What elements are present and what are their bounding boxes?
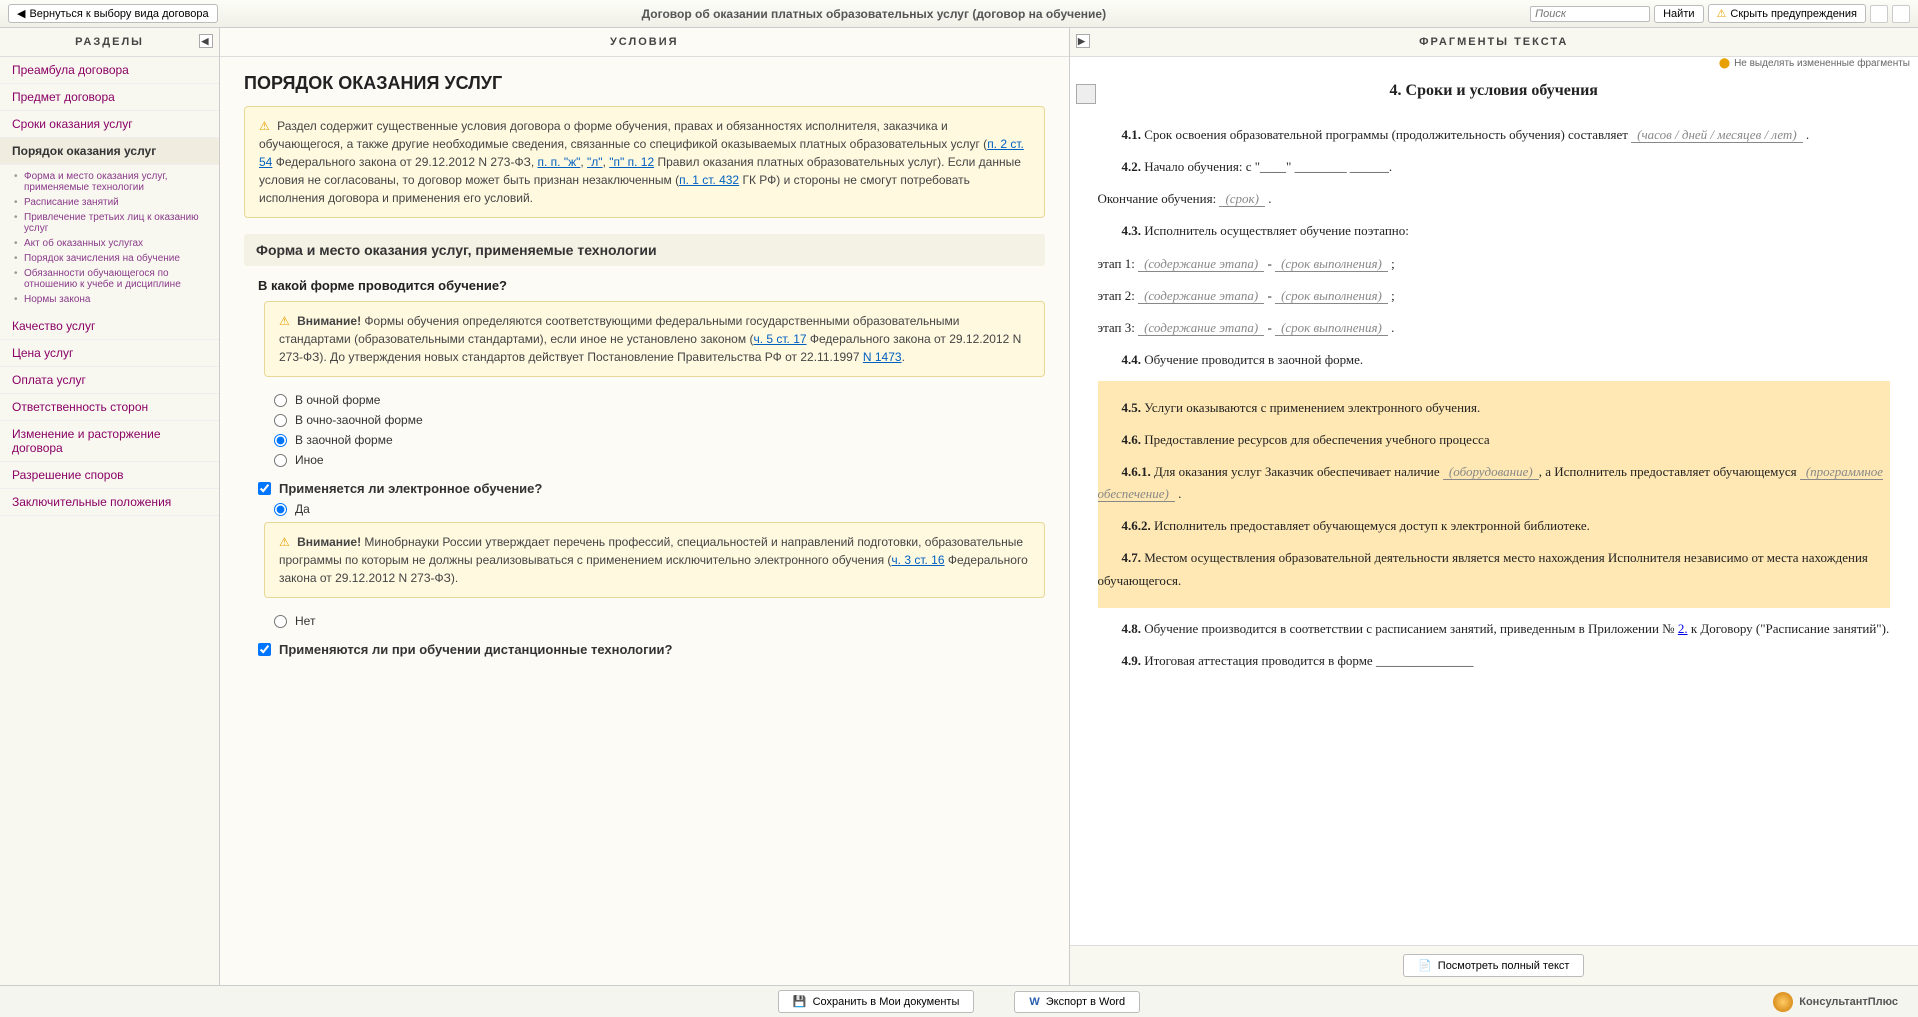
document-icon: 📄 [1418, 959, 1432, 972]
warning-icon: ⚠ [279, 535, 290, 549]
save-icon: 💾 [793, 995, 807, 1008]
sidebar-item-procedure[interactable]: Порядок оказания услуг [0, 138, 219, 165]
radio-option[interactable]: В заочной форме [274, 433, 1045, 447]
sidebar-item-quality[interactable]: Качество услуг [0, 313, 219, 340]
conditions-header: УСЛОВИЯ [220, 28, 1069, 57]
warning-box: ⚠ Внимание! Минобрнауки России утверждае… [264, 522, 1045, 598]
back-button[interactable]: ◀ Вернуться к выбору вида договора [8, 4, 218, 23]
radio-input[interactable] [274, 414, 287, 427]
subsection-title: Форма и место оказания услуг, применяемы… [244, 234, 1045, 266]
sidebar-item-liability[interactable]: Ответственность сторон [0, 394, 219, 421]
checkbox-q3[interactable]: Применяются ли при обучении дистанционны… [258, 642, 1045, 657]
hide-warnings-label: Скрыть предупреждения [1730, 8, 1857, 20]
logo-icon [1773, 992, 1793, 1012]
hide-warnings-button[interactable]: ⚠ Скрыть предупреждения [1708, 4, 1867, 23]
preview-title: 4. Сроки и условия обучения [1098, 77, 1891, 104]
radio-option[interactable]: Нет [274, 614, 1045, 628]
arrow-left-icon: ◀ [17, 7, 25, 20]
law-link[interactable]: ч. 5 ст. 17 [753, 332, 806, 346]
sidebar-item-termination[interactable]: Изменение и расторжение договора [0, 421, 219, 462]
sub-items: Форма и место оказания услуг, применяемы… [0, 165, 219, 313]
sidebar-item-subject[interactable]: Предмет договора [0, 84, 219, 111]
appendix-link[interactable]: 2. [1678, 621, 1688, 636]
radio-option[interactable]: Да [274, 502, 1045, 516]
law-link[interactable]: ч. 3 ст. 16 [891, 553, 944, 567]
law-link[interactable]: п. п. "ж" [537, 155, 580, 169]
doc-magnifier-icon[interactable] [1076, 84, 1096, 104]
preview-panel: ▶ ФРАГМЕНТЫ ТЕКСТА ⬤ Не выделять изменен… [1070, 28, 1918, 985]
expand-preview-icon[interactable]: ▶ [1076, 34, 1090, 48]
radio-input[interactable] [274, 394, 287, 407]
section-title: ПОРЯДОК ОКАЗАНИЯ УСЛУГ [244, 73, 1045, 94]
checkbox-input[interactable] [258, 643, 271, 656]
radio-option[interactable]: В очно-заочной форме [274, 413, 1045, 427]
find-button[interactable]: Найти [1654, 5, 1703, 23]
warning-icon: ⚠ [1717, 7, 1727, 20]
sidebar: РАЗДЕЛЫ ◀ Преамбула договора Предмет дог… [0, 28, 220, 985]
warning-icon: ⚠ [279, 314, 290, 328]
sidebar-item-preamble[interactable]: Преамбула договора [0, 57, 219, 84]
export-word-button[interactable]: W Экспорт в Word [1014, 991, 1140, 1013]
search-input[interactable] [1530, 6, 1650, 22]
conditions-panel: УСЛОВИЯ ПОРЯДОК ОКАЗАНИЯ УСЛУГ ⚠ Раздел … [220, 28, 1070, 985]
law-link[interactable]: п. 1 ст. 432 [679, 173, 739, 187]
radio-input[interactable] [274, 503, 287, 516]
font-size-a-icon[interactable] [1870, 5, 1888, 23]
collapse-sidebar-icon[interactable]: ◀ [199, 34, 213, 48]
sidebar-item-price[interactable]: Цена услуг [0, 340, 219, 367]
sub-item[interactable]: Нормы закона [24, 292, 219, 307]
checkbox-input[interactable] [258, 482, 271, 495]
sub-item[interactable]: Форма и место оказания услуг, применяемы… [24, 169, 219, 195]
warning-icon: ⚠ [259, 119, 270, 133]
word-icon: W [1029, 996, 1039, 1008]
law-link[interactable]: "л" [587, 155, 603, 169]
radio-input[interactable] [274, 434, 287, 447]
radio-option[interactable]: В очной форме [274, 393, 1045, 407]
preview-text: 4. Сроки и условия обучения 4.1. Срок ос… [1070, 57, 1918, 945]
sidebar-header: РАЗДЕЛЫ ◀ [0, 28, 219, 57]
section-info-box: ⚠ Раздел содержит существенные условия д… [244, 106, 1045, 218]
page-title: Договор об оказании платных образователь… [218, 7, 1531, 21]
checkbox-q2[interactable]: Применяется ли электронное обучение? [258, 481, 1045, 496]
warning-box: ⚠ Внимание! Формы обучения определяются … [264, 301, 1045, 377]
brand-logo: КонсультантПлюс [1773, 992, 1898, 1012]
back-label: Вернуться к выбору вида договора [29, 8, 208, 20]
sub-item[interactable]: Акт об оказанных услугах [24, 236, 219, 251]
sub-item[interactable]: Расписание занятий [24, 195, 219, 210]
sub-item[interactable]: Привлечение третьих лиц к оказанию услуг [24, 210, 219, 236]
law-link[interactable]: N 1473 [863, 350, 902, 364]
sidebar-item-terms[interactable]: Сроки оказания услуг [0, 111, 219, 138]
highlight-icon: ⬤ [1719, 58, 1730, 69]
font-size-b-icon[interactable] [1892, 5, 1910, 23]
highlight-toggle[interactable]: ⬤ Не выделять измененные фрагменты [1719, 58, 1910, 69]
sidebar-item-final[interactable]: Заключительные положения [0, 489, 219, 516]
sidebar-item-disputes[interactable]: Разрешение споров [0, 462, 219, 489]
save-button[interactable]: 💾 Сохранить в Мои документы [778, 990, 974, 1013]
question-form: В какой форме проводится обучение? [258, 278, 1045, 293]
full-text-button[interactable]: 📄 Посмотреть полный текст [1403, 954, 1584, 977]
radio-input[interactable] [274, 615, 287, 628]
radio-input[interactable] [274, 454, 287, 467]
radio-option[interactable]: Иное [274, 453, 1045, 467]
sidebar-item-payment[interactable]: Оплата услуг [0, 367, 219, 394]
sub-item[interactable]: Обязанности обучающегося по отношению к … [24, 266, 219, 292]
law-link[interactable]: "п" п. 12 [609, 155, 654, 169]
preview-header: ▶ ФРАГМЕНТЫ ТЕКСТА [1070, 28, 1918, 57]
sub-item[interactable]: Порядок зачисления на обучение [24, 251, 219, 266]
